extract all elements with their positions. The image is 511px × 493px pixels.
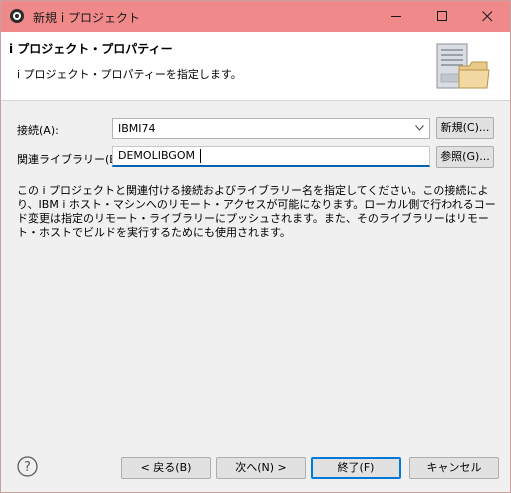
maximize-button[interactable] — [419, 1, 465, 32]
cancel-button[interactable]: キャンセル — [409, 457, 499, 479]
new-connection-button[interactable]: 新規(C)... — [436, 117, 494, 139]
dialog-window: 新規 i プロジェクト i プロジェクト・プロパティー i プロジェクト・プロパ… — [0, 0, 511, 493]
connection-combobox[interactable]: IBMI74 — [112, 118, 430, 139]
library-input[interactable]: DEMOLIBGOM — [112, 146, 430, 167]
app-icon — [10, 9, 24, 23]
help-icon[interactable]: ? — [17, 456, 38, 477]
library-label: 関連ライブラリー(E): — [17, 153, 125, 166]
page-description: i プロジェクト・プロパティーを指定します。 — [17, 68, 242, 81]
finish-button[interactable]: 終了(F) — [311, 457, 401, 479]
connection-value: IBMI74 — [118, 122, 156, 135]
page-title: i プロジェクト・プロパティー — [9, 42, 173, 56]
title-bar[interactable]: 新規 i プロジェクト — [1, 1, 510, 32]
svg-text:?: ? — [24, 460, 31, 475]
next-button[interactable]: 次へ(N) > — [216, 457, 306, 479]
window-title: 新規 i プロジェクト — [33, 11, 140, 25]
close-button[interactable] — [464, 1, 510, 32]
maximize-icon — [437, 11, 447, 21]
server-folder-icon — [436, 43, 490, 89]
instructions-text: この i プロジェクトと関連付ける接続およびライブラリー名を指定してください。こ… — [17, 184, 496, 239]
back-button[interactable]: < 戻る(B) — [121, 457, 211, 479]
chevron-down-icon — [415, 125, 424, 131]
minimize-button[interactable] — [373, 1, 419, 32]
library-value: DEMOLIBGOM — [118, 149, 195, 162]
header-banner: i プロジェクト・プロパティー i プロジェクト・プロパティーを指定します。 — [1, 32, 510, 101]
connection-label: 接続(A): — [17, 124, 59, 137]
browse-library-button[interactable]: 参照(G)... — [436, 146, 494, 168]
text-caret — [200, 149, 201, 163]
minimize-icon — [391, 16, 401, 17]
close-icon — [482, 11, 493, 22]
